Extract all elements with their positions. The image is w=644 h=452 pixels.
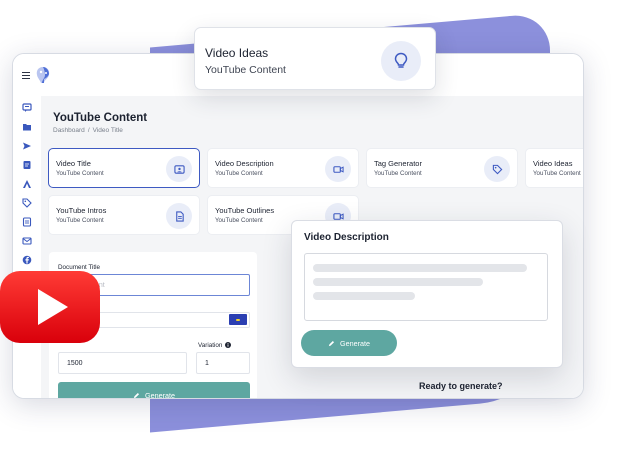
menu-icon[interactable] <box>22 72 30 79</box>
video-ideas-card-title: Video Ideas <box>205 46 269 60</box>
skeleton-line <box>313 292 415 300</box>
variation-input[interactable]: 1 <box>196 352 250 374</box>
generate-button-label: Generate <box>145 390 175 399</box>
lightbulb-icon <box>381 41 421 81</box>
tool-card-title: YouTube Intros <box>56 206 107 215</box>
tool-card-title: Video Description <box>215 159 274 168</box>
pen-icon <box>133 392 140 398</box>
max-tokens-input[interactable]: 1500 <box>58 352 187 374</box>
tool-card-subtitle: YouTube Content <box>56 170 104 177</box>
tag-icon <box>484 156 510 182</box>
breadcrumb: Dashboard / Video Title <box>53 127 123 134</box>
send-icon[interactable] <box>21 140 32 151</box>
tool-card-subtitle: YouTube Content <box>533 170 581 177</box>
a-letter-icon[interactable] <box>21 178 32 189</box>
breadcrumb-separator: / <box>87 127 90 134</box>
tool-card-title: Video Title <box>56 159 91 168</box>
video-ideas-card-subtitle: YouTube Content <box>205 64 286 76</box>
brain-logo-icon <box>36 67 50 83</box>
sidebar <box>13 96 41 398</box>
page-title: YouTube Content <box>53 112 148 124</box>
max-tokens-value: 1500 <box>67 359 83 367</box>
breadcrumb-current: Video Title <box>92 127 123 134</box>
youtube-logo-icon <box>0 271 100 343</box>
document-title-label: Document Title <box>58 264 100 271</box>
tool-card-video-ideas[interactable]: Video Ideas YouTube Content <box>525 148 583 188</box>
info-icon[interactable] <box>225 342 232 348</box>
tool-card-subtitle: YouTube Content <box>215 170 263 177</box>
tool-card-title: Video Ideas <box>533 159 573 168</box>
description-generate-label: Generate <box>340 338 370 348</box>
skeleton-line <box>313 264 527 272</box>
mail-icon[interactable] <box>21 235 32 246</box>
language-flag-icon <box>229 314 247 325</box>
description-textarea[interactable] <box>304 253 548 321</box>
tag-icon[interactable] <box>21 197 32 208</box>
video-ideas-card[interactable]: Video Ideas YouTube Content <box>194 27 436 90</box>
ready-to-generate-text: Ready to generate? <box>419 381 503 391</box>
tool-card-youtube-intros[interactable]: YouTube Intros YouTube Content <box>48 195 200 235</box>
variation-value: 1 <box>205 359 209 367</box>
tool-card-title: Tag Generator <box>374 159 422 168</box>
video-camera-icon <box>325 156 351 182</box>
variation-label: Variation <box>198 342 232 349</box>
skeleton-line <box>313 278 483 286</box>
folder-icon[interactable] <box>21 121 32 132</box>
video-badge-icon <box>166 156 192 182</box>
breadcrumb-dashboard[interactable]: Dashboard <box>53 127 85 134</box>
tool-card-title: YouTube Outlines <box>215 206 275 215</box>
facebook-icon[interactable] <box>21 254 32 265</box>
tool-card-subtitle: YouTube Content <box>374 170 422 177</box>
tool-card-tag-generator[interactable]: Tag Generator YouTube Content <box>366 148 518 188</box>
tool-card-video-description[interactable]: Video Description YouTube Content <box>207 148 359 188</box>
pen-icon <box>328 340 335 346</box>
tool-card-video-title[interactable]: Video Title YouTube Content <box>48 148 200 188</box>
generate-button[interactable]: Generate <box>58 382 250 399</box>
tool-card-subtitle: YouTube Content <box>215 217 263 224</box>
chat-icon[interactable] <box>21 102 32 113</box>
video-description-card: Video Description Generate <box>291 220 563 368</box>
edit-document-icon[interactable] <box>21 159 32 170</box>
tool-card-subtitle: YouTube Content <box>56 217 104 224</box>
document-list-icon[interactable] <box>21 216 32 227</box>
document-icon <box>166 203 192 229</box>
video-description-card-title: Video Description <box>304 232 389 243</box>
description-generate-button[interactable]: Generate <box>301 330 397 356</box>
variation-label-text: Variation <box>198 342 223 349</box>
